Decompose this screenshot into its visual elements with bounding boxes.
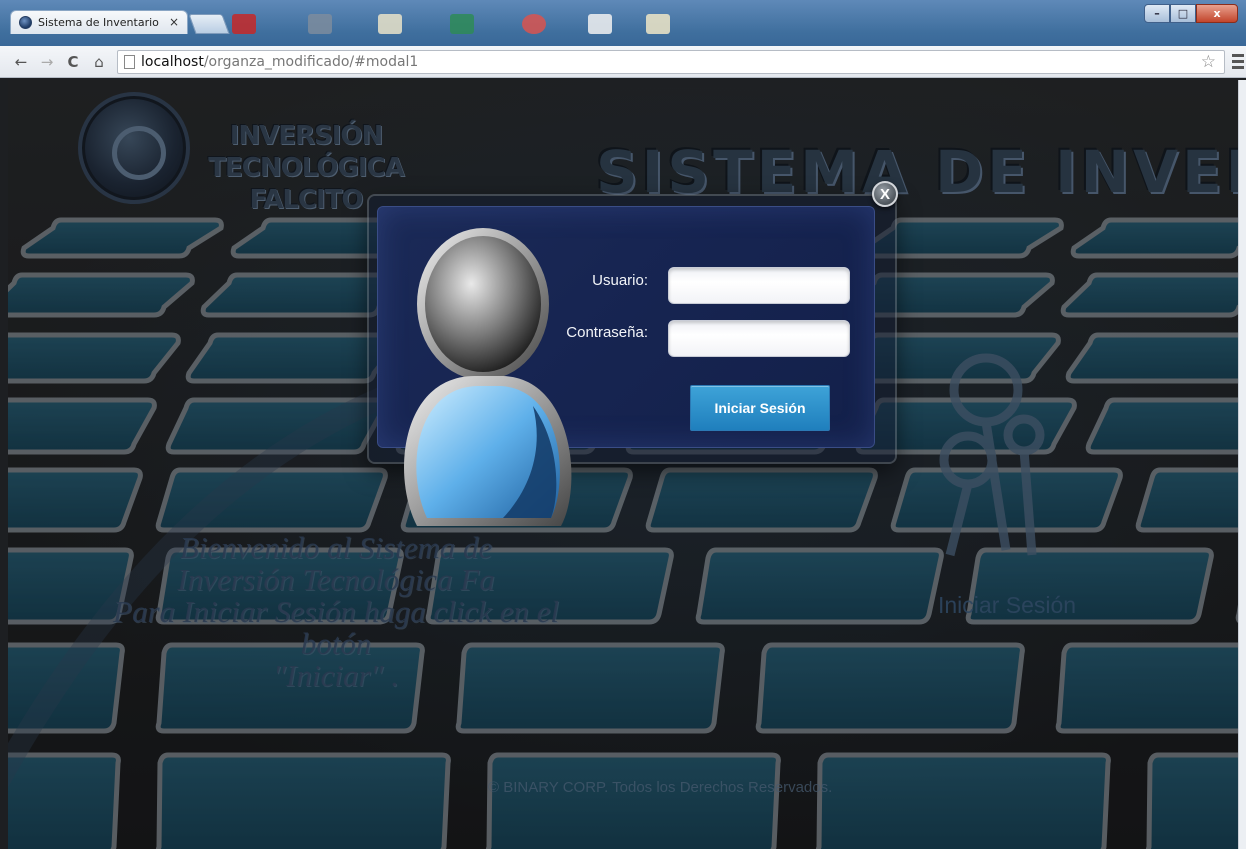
welcome-line3: Para Iniciar Sesión haga click en el bot…: [113, 594, 559, 661]
reload-icon[interactable]: C: [62, 51, 84, 73]
tab-title: Sistema de Inventario: [38, 16, 159, 29]
new-tab-button[interactable]: [188, 14, 230, 34]
company-name-line1: INVERSIÓN TECNOLÓGICA: [208, 121, 404, 183]
address-bar[interactable]: localhost /organza_modificado/#modal1 ☆: [117, 50, 1225, 74]
app-icon-folder: [646, 14, 670, 34]
maximize-button[interactable]: □: [1170, 4, 1196, 23]
app-icon-file: [588, 14, 612, 34]
browser-titlebar: Sistema de Inventario × – □ x: [0, 0, 1246, 46]
url-host: localhost: [141, 54, 204, 70]
minimize-button[interactable]: –: [1144, 4, 1170, 23]
password-field[interactable]: [668, 320, 850, 357]
star-icon[interactable]: ☆: [1201, 52, 1216, 72]
footer-copyright: © BINARY CORP. Todos los Derechos Reserv…: [488, 779, 833, 796]
browser-navbar: ← → C ⌂ localhost /organza_modificado/#m…: [0, 46, 1246, 78]
welcome-line2: Inversión Tecnológica Fa: [177, 562, 495, 597]
app-icon-chrome: [522, 14, 546, 34]
welcome-message: Bienvenido al Sistema de Inversión Tecno…: [86, 532, 586, 692]
app-icon-grey: [308, 14, 332, 34]
app-icon-green: [450, 14, 474, 34]
page-icon: [124, 55, 135, 69]
app-icon-doc: [378, 14, 402, 34]
company-logo-icon: [78, 92, 190, 204]
background-taskbar-icons: [232, 10, 692, 34]
menu-icon[interactable]: [1230, 51, 1246, 73]
app-icon-red: [232, 14, 256, 34]
tab-sistema-de-inventario[interactable]: Sistema de Inventario ×: [10, 10, 188, 34]
welcome-line4: "Iniciar" .: [273, 658, 399, 693]
url-path: /organza_modificado/#modal1: [203, 54, 419, 70]
user-label: Usuario:: [592, 272, 648, 289]
login-link[interactable]: Iniciar Sesión: [938, 592, 1076, 619]
login-button[interactable]: Iniciar Sesión: [690, 385, 830, 431]
page-scrollbar[interactable]: [1238, 80, 1246, 849]
forward-icon[interactable]: →: [36, 51, 58, 73]
window-controls: – □ x: [1144, 4, 1238, 23]
home-icon[interactable]: ⌂: [88, 51, 110, 73]
username-field[interactable]: [668, 267, 850, 304]
tab-close-icon[interactable]: ×: [169, 15, 179, 29]
modal-close-button[interactable]: X: [872, 181, 898, 207]
password-label: Contraseña:: [566, 324, 648, 341]
close-window-button[interactable]: x: [1196, 4, 1238, 23]
globe-favicon-icon: [19, 16, 32, 29]
keys-icon: [939, 353, 1045, 557]
back-icon[interactable]: ←: [10, 51, 32, 73]
